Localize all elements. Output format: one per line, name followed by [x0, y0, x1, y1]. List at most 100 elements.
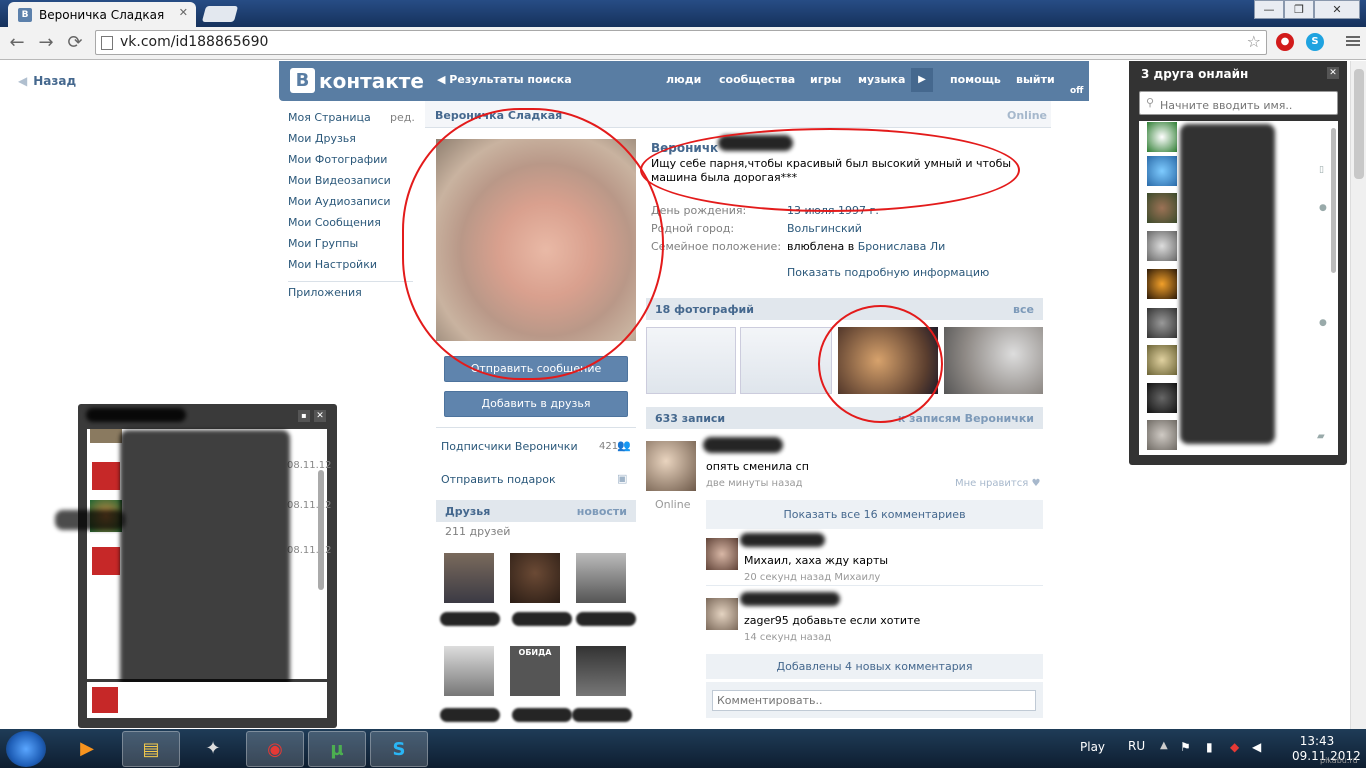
back-arrow-icon[interactable]: ← [6, 32, 28, 54]
address-bar[interactable]: vk.com/id188865690 ☆ [95, 30, 1267, 55]
comment-avatar[interactable] [706, 538, 738, 570]
media-player-icon[interactable]: ▶ [58, 731, 116, 767]
wall-title[interactable]: 633 записи [655, 412, 725, 425]
chat-avatar[interactable] [90, 460, 122, 492]
friends-list-scrollbar[interactable] [1331, 128, 1336, 273]
send-gift-link[interactable]: Отправить подарок [441, 473, 556, 486]
friend-avatar[interactable] [444, 553, 494, 603]
vk-logo[interactable]: В контакте [290, 68, 424, 93]
menu-my-messages[interactable]: Мои Сообщения [288, 216, 381, 229]
reload-icon[interactable]: ⟳ [64, 32, 86, 54]
friend-online-avatar[interactable] [1147, 383, 1177, 413]
panel-close-icon[interactable]: ✕ [1327, 67, 1339, 79]
music-play-button[interactable]: ▶ [911, 68, 933, 92]
chrome-menu-icon[interactable] [1346, 34, 1360, 48]
show-more-info-link[interactable]: Показать подробную информацию [787, 266, 989, 279]
friends-search-input[interactable] [1139, 91, 1338, 115]
friends-title[interactable]: Друзья [445, 505, 490, 518]
comment-time[interactable]: 20 секунд назад Михаилу [744, 572, 880, 583]
start-button[interactable] [6, 731, 46, 767]
search-results-link[interactable]: ◀ Результаты поиска [437, 73, 572, 86]
tray-volume-icon[interactable]: ◀ [1252, 740, 1261, 754]
friend-avatar[interactable] [510, 553, 560, 603]
minimize-button[interactable]: — [1254, 0, 1284, 19]
friend-avatar[interactable] [444, 646, 494, 696]
photos-all-link[interactable]: все [1013, 303, 1034, 316]
menu-my-videos[interactable]: Мои Видеозаписи [288, 174, 391, 187]
menu-my-photos[interactable]: Мои Фотографии [288, 153, 387, 166]
friend-online-avatar[interactable] [1147, 122, 1177, 152]
friend-online-avatar[interactable] [1147, 193, 1177, 223]
photo-thumb[interactable] [944, 327, 1043, 394]
tray-flag-icon[interactable]: ⚑ [1180, 740, 1191, 754]
comment-time[interactable]: 14 секунд назад [744, 632, 831, 643]
photos-title[interactable]: 18 фотографий [655, 303, 754, 316]
friend-online-avatar[interactable] [1147, 420, 1177, 450]
maximize-button[interactable]: ❐ [1284, 0, 1314, 19]
nav-games[interactable]: игры [810, 73, 841, 86]
nav-music[interactable]: музыка [858, 73, 905, 86]
add-friend-button[interactable]: Добавить в друзья [444, 391, 628, 417]
tray-arrow-icon[interactable]: ▲ [1160, 740, 1168, 751]
hometown-value[interactable]: Вольгинский [787, 222, 862, 235]
new-tab-button[interactable] [201, 6, 239, 22]
chat-minimize-icon[interactable]: ▪ [298, 410, 310, 422]
new-comments-button[interactable]: Добавлены 4 новых комментария [706, 654, 1043, 679]
chrome-icon[interactable]: ◉ [246, 731, 304, 767]
menu-my-groups[interactable]: Мои Группы [288, 237, 358, 250]
close-window-button[interactable]: ✕ [1314, 0, 1360, 19]
menu-my-settings[interactable]: Мои Настройки [288, 258, 377, 271]
skype-ext-icon[interactable]: S [1306, 33, 1324, 51]
off-label[interactable]: off [1070, 86, 1083, 96]
chat-avatar[interactable] [90, 429, 122, 443]
post-time[interactable]: две минуты назад [706, 478, 803, 489]
to-wall-link[interactable]: к записям Веронички [898, 412, 1034, 425]
comment-avatar[interactable] [706, 598, 738, 630]
adblock-icon[interactable]: ● [1276, 33, 1294, 51]
explorer-icon[interactable]: ▤ [122, 731, 180, 767]
forward-arrow-icon[interactable]: → [35, 32, 57, 54]
nav-help[interactable]: помощь [950, 73, 1001, 86]
friend-online-avatar[interactable] [1147, 345, 1177, 375]
menu-my-friends[interactable]: Мои Друзья [288, 132, 356, 145]
subscribers-link[interactable]: Подписчики Веронички [441, 440, 578, 453]
friend-online-avatar[interactable] [1147, 156, 1177, 186]
page-scrollbar[interactable] [1350, 61, 1366, 729]
chat-scrollbar[interactable] [318, 470, 324, 590]
friend-online-avatar[interactable] [1147, 269, 1177, 299]
menu-apps[interactable]: Приложения [288, 286, 362, 299]
chat-input[interactable] [87, 682, 327, 718]
show-all-comments-button[interactable]: Показать все 16 комментариев [706, 500, 1043, 529]
tray-play[interactable]: Play [1080, 740, 1105, 754]
relationship-partner-link[interactable]: Бронислава Ли [858, 240, 946, 253]
friend-online-avatar[interactable] [1147, 231, 1177, 261]
tray-antivirus-icon[interactable]: ◆ [1230, 740, 1239, 754]
friend-avatar-meme[interactable]: ОБИДА [510, 646, 560, 696]
back-link[interactable]: ◀ Назад [18, 74, 76, 88]
menu-my-page[interactable]: Моя Страница [288, 111, 371, 124]
browser-tab[interactable]: В Вероничка Сладкая ✕ [8, 2, 196, 27]
friend-avatar[interactable] [576, 646, 626, 696]
edit-link[interactable]: ред. [390, 111, 415, 124]
bookmark-star-icon[interactable]: ☆ [1247, 32, 1261, 51]
friend-avatar[interactable] [576, 553, 626, 603]
nav-logout[interactable]: выйти [1016, 73, 1055, 86]
skyrim-icon[interactable]: ✦ [184, 731, 242, 767]
menu-my-audio[interactable]: Мои Аудиозаписи [288, 195, 391, 208]
friend-online-avatar[interactable] [1147, 308, 1177, 338]
post-like-button[interactable]: Мне нравится ♥ [955, 478, 1040, 489]
tray-network-icon[interactable]: ▮ [1206, 740, 1213, 754]
comment-input[interactable] [712, 690, 1036, 711]
photo-thumb[interactable] [646, 327, 736, 394]
tab-close-icon[interactable]: ✕ [179, 6, 188, 19]
scrollbar-thumb[interactable] [1354, 69, 1364, 179]
nav-people[interactable]: люди [666, 73, 701, 86]
tray-language[interactable]: RU [1128, 739, 1145, 753]
skype-icon[interactable]: S [370, 731, 428, 767]
post-author-avatar[interactable] [646, 441, 696, 491]
chat-avatar[interactable] [90, 545, 122, 577]
utorrent-icon[interactable]: µ [308, 731, 366, 767]
chat-close-icon[interactable]: ✕ [314, 410, 326, 422]
nav-communities[interactable]: сообщества [719, 73, 795, 86]
friends-news-link[interactable]: новости [577, 505, 627, 518]
